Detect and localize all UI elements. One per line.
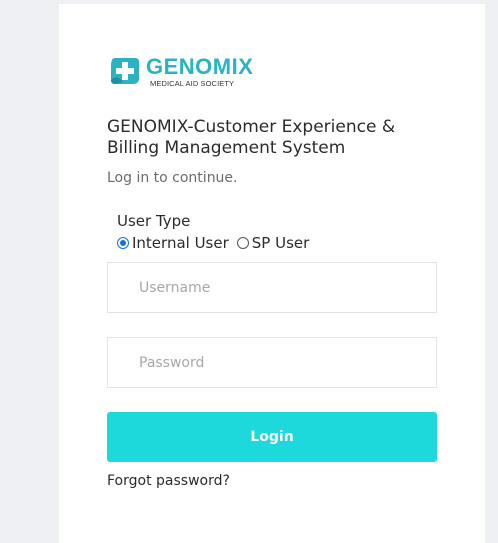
logo-brand: GENOMIX [146, 54, 254, 79]
user-type-radio-group: Internal User SP User [117, 234, 317, 252]
login-button[interactable]: Login [107, 412, 437, 462]
user-type-label: User Type [117, 212, 191, 230]
radio-internal-user-label: Internal User [132, 234, 229, 252]
radio-sp-user-circle[interactable] [236, 237, 249, 249]
radio-sp-user-label: SP User [251, 234, 310, 252]
logo-tagline: MEDICAL AID SOCIETY [150, 79, 235, 88]
page-subtitle: Log in to continue. [107, 170, 238, 186]
login-card: GENOMIX MEDICAL AID SOCIETY GENOMIX-Cust… [59, 4, 485, 543]
radio-internal-user[interactable]: Internal User [117, 234, 229, 252]
password-input[interactable] [107, 337, 437, 388]
login-page: GENOMIX MEDICAL AID SOCIETY GENOMIX-Cust… [0, 0, 498, 543]
radio-sp-user[interactable]: SP User [236, 234, 310, 252]
genomix-logo: GENOMIX MEDICAL AID SOCIETY [109, 54, 269, 92]
forgot-password-link[interactable]: Forgot password? [107, 472, 230, 490]
username-input[interactable] [107, 262, 437, 313]
medical-cross-icon [111, 58, 139, 84]
page-title: GENOMIX-Customer Experience & Billing Ma… [107, 117, 396, 158]
radio-internal-user-circle[interactable] [117, 237, 129, 249]
